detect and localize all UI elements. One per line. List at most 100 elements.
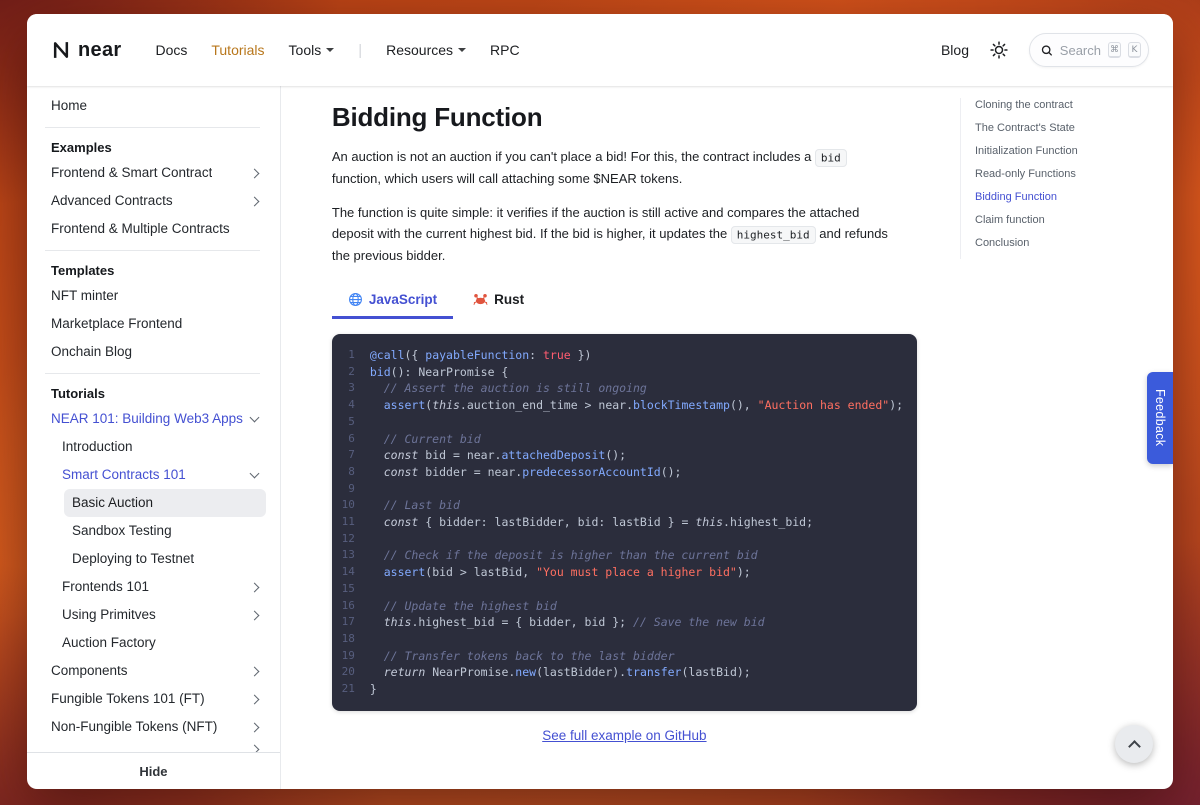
sidebar-item-onchain-blog[interactable]: Onchain Blog <box>43 338 266 366</box>
toc-item-claim-function[interactable]: Claim function <box>975 213 1161 227</box>
sidebar-item-near-101-building-web3-apps[interactable]: NEAR 101: Building Web3 Apps <box>43 405 266 433</box>
code-line: 9 <box>332 481 917 498</box>
nav-item-blog[interactable]: Blog <box>941 42 969 58</box>
sidebar-item-frontends-101[interactable]: Frontends 101 <box>54 573 266 601</box>
nav-item-tutorials[interactable]: Tutorials <box>211 42 264 58</box>
line-number: 8 <box>332 464 370 481</box>
sidebar-hide-bar: Hide <box>27 752 280 789</box>
nav-item-label: Tools <box>289 42 322 58</box>
chevron-right-icon[interactable] <box>249 745 259 752</box>
nav-item-docs[interactable]: Docs <box>155 42 187 58</box>
sidebar-section-examples: Examples <box>43 135 266 159</box>
code-content: // Current bid <box>370 431 481 448</box>
code-content: // Check if the deposit is higher than t… <box>370 547 758 564</box>
code-line: 10 // Last bid <box>332 497 917 514</box>
sidebar-items: Home Examples Frontend & Smart Contract Adv… <box>27 86 280 752</box>
sidebar-item-marketplace-frontend[interactable]: Marketplace Frontend <box>43 310 266 338</box>
nav-item-tools[interactable]: Tools <box>289 42 335 58</box>
search-button[interactable]: Search ⌘ K <box>1029 33 1149 67</box>
main-content: Bidding Function An auction is not an au… <box>281 86 960 789</box>
sidebar-hide-button[interactable]: Hide <box>27 753 280 789</box>
chevron-down-icon[interactable] <box>249 413 259 423</box>
sidebar-item-non-fungible-tokens-nft[interactable]: Non-Fungible Tokens (NFT) <box>43 713 266 741</box>
sidebar-item-using-primitves[interactable]: Using Primitves <box>54 601 266 629</box>
chevron-right-icon[interactable] <box>249 610 259 620</box>
line-number: 20 <box>332 664 370 681</box>
tab-rust[interactable]: Rust <box>457 284 540 319</box>
toc-item-bidding-function[interactable]: Bidding Function <box>975 190 1161 204</box>
sidebar-item-auction-factory[interactable]: Auction Factory <box>54 629 266 657</box>
sidebar-item-fungible-tokens-101-ft[interactable]: Fungible Tokens 101 (FT) <box>43 685 266 713</box>
chevron-right-icon[interactable] <box>249 666 259 676</box>
paragraph-line: the previous bidder. <box>332 245 932 266</box>
sidebar-item-deploying-to-testnet[interactable]: Deploying to Testnet <box>64 545 266 573</box>
paragraph-line: The function is quite simple: it verifie… <box>332 202 932 223</box>
tab-label: JavaScript <box>369 292 437 307</box>
line-number: 16 <box>332 598 370 615</box>
text-run: and refunds <box>816 226 888 241</box>
github-link[interactable]: See full example on GitHub <box>332 728 917 743</box>
theme-toggle-button[interactable] <box>985 36 1013 64</box>
sidebar-item-frontend-multiple-contracts[interactable]: Frontend & Multiple Contracts <box>43 215 266 243</box>
nav-item-rpc[interactable]: RPC <box>490 42 520 58</box>
sidebar-item-home[interactable]: Home <box>43 92 266 120</box>
near-logo-text: near <box>78 39 121 62</box>
line-number: 13 <box>332 547 370 564</box>
code-content: return NearPromise.new(lastBidder).trans… <box>370 664 751 681</box>
sidebar-item-frontend-smart-contract[interactable]: Frontend & Smart Contract <box>43 159 266 187</box>
toc-item-initialization-function[interactable]: Initialization Function <box>975 144 1161 158</box>
nav-item-label: Resources <box>386 42 453 58</box>
toc-item-the-contract-s-state[interactable]: The Contract's State <box>975 121 1161 135</box>
sidebar-item-label: Sandbox Testing <box>72 522 172 540</box>
sidebar-item-label: Onchain Blog <box>51 343 132 361</box>
sidebar-item-label: Advanced Contracts <box>51 192 173 210</box>
line-number: 12 <box>332 531 370 548</box>
chevron-right-icon[interactable] <box>249 582 259 592</box>
chevron-right-icon[interactable] <box>249 196 259 206</box>
sidebar-item-advanced-contracts[interactable]: Advanced Contracts <box>43 187 266 215</box>
sidebar-item-label: Basic Auction <box>72 494 153 512</box>
sidebar-item-label: Frontend & Smart Contract <box>51 164 212 182</box>
sidebar-item-sandbox-testing[interactable]: Sandbox Testing <box>64 517 266 545</box>
toc-item-read-only-functions[interactable]: Read-only Functions <box>975 167 1161 181</box>
paragraph: An auction is not an auction if you can'… <box>332 146 932 189</box>
navbar-left: near DocsTutorialsTools|ResourcesRPC <box>51 39 520 62</box>
line-number: 10 <box>332 497 370 514</box>
code-line: 12 <box>332 531 917 548</box>
sidebar-item-smart-contracts-101[interactable]: Smart Contracts 101 <box>54 461 266 489</box>
near-logo[interactable]: near <box>51 39 121 62</box>
code-line: 3 // Assert the auction is still ongoing <box>332 380 917 397</box>
nav-item-label: Tutorials <box>211 42 264 58</box>
sidebar-item-nft-minter[interactable]: NFT minter <box>43 282 266 310</box>
chevron-right-icon[interactable] <box>249 168 259 178</box>
code-line: 21} <box>332 681 917 698</box>
nav-item-resources[interactable]: Resources <box>386 42 466 58</box>
chevron-right-icon[interactable] <box>249 722 259 732</box>
code-content: @call({ payableFunction: true }) <box>370 347 592 364</box>
sidebar-item-components[interactable]: Components <box>43 657 266 685</box>
nav-links: DocsTutorialsTools|ResourcesRPC <box>155 42 519 59</box>
inline-code: bid <box>815 149 847 167</box>
sidebar-item-item[interactable] <box>43 741 266 752</box>
near-logo-n-icon <box>51 40 71 60</box>
toc-list: Cloning the contract The Contract's State… <box>960 98 1161 259</box>
sidebar-item-label: Home <box>51 97 87 115</box>
chevron-down-icon[interactable] <box>249 469 259 479</box>
toc-item-conclusion[interactable]: Conclusion <box>975 236 1161 250</box>
line-number: 7 <box>332 447 370 464</box>
feedback-button[interactable]: Feedback <box>1147 372 1173 464</box>
line-number: 21 <box>332 681 370 698</box>
sidebar-item-label: Smart Contracts 101 <box>62 466 186 484</box>
tab-javascript[interactable]: JavaScript <box>332 284 453 319</box>
scroll-top-button[interactable] <box>1115 725 1153 763</box>
sidebar-item-introduction[interactable]: Introduction <box>54 433 266 461</box>
sidebar-item-basic-auction[interactable]: Basic Auction <box>64 489 266 517</box>
toc-item-cloning-the-contract[interactable]: Cloning the contract <box>975 98 1161 112</box>
chevron-right-icon[interactable] <box>249 694 259 704</box>
paragraph-line: function, which users will call attachin… <box>332 168 932 189</box>
code-line: 17 this.highest_bid = { bidder, bid }; /… <box>332 614 917 631</box>
sidebar: Home Examples Frontend & Smart Contract Adv… <box>27 86 281 789</box>
line-number: 15 <box>332 581 370 598</box>
sidebar-item-label: Non-Fungible Tokens (NFT) <box>51 718 217 736</box>
sidebar-item-label: NEAR 101: Building Web3 Apps <box>51 410 243 428</box>
